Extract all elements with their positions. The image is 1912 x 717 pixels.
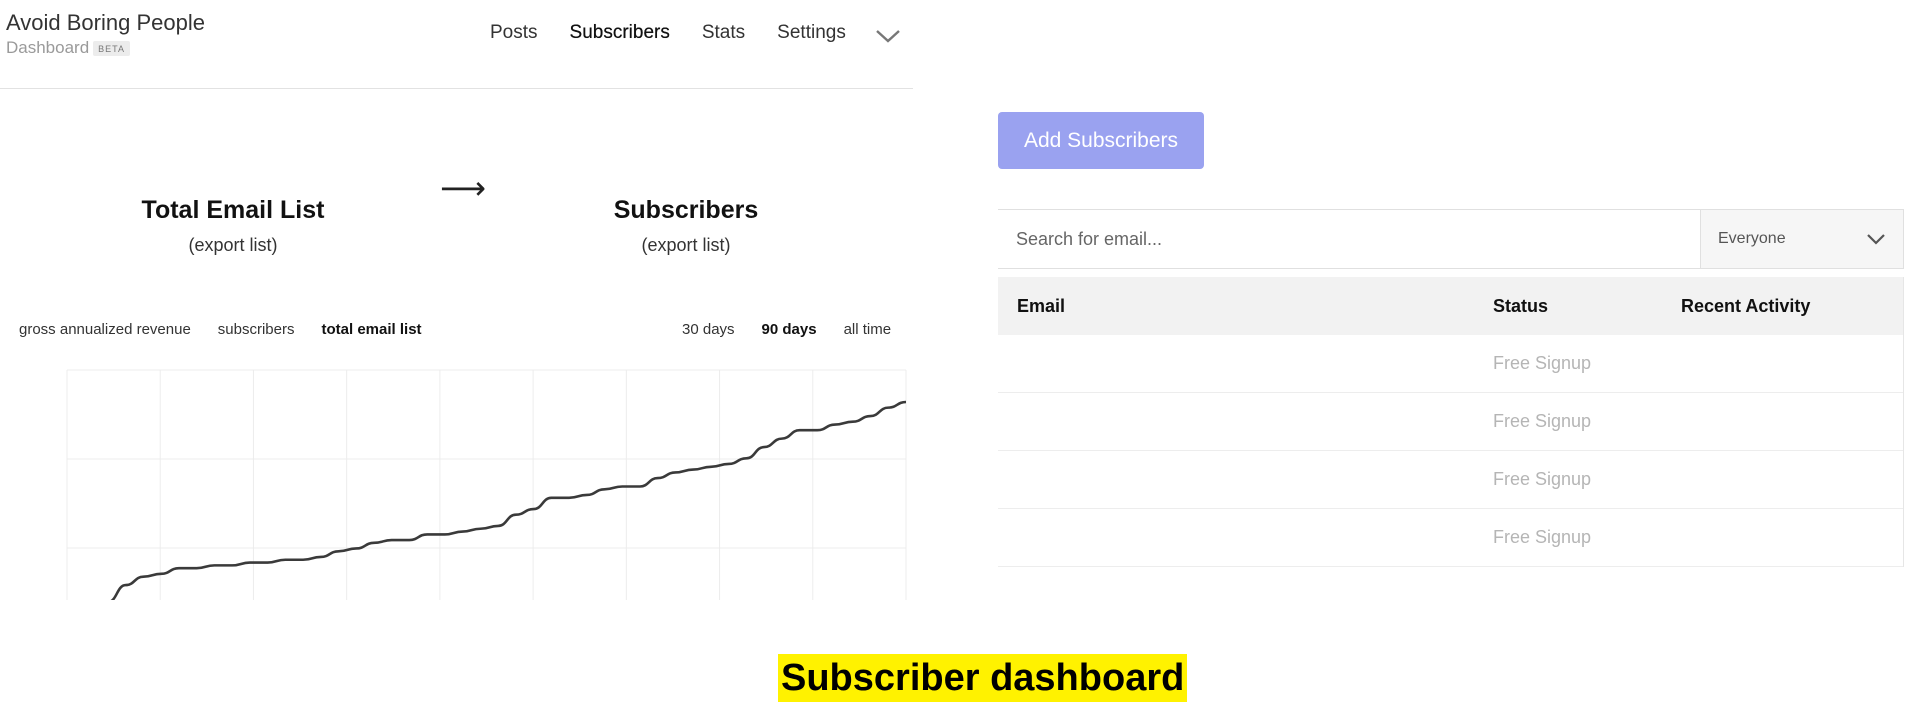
top-header: Avoid Boring People Dashboard BETA Posts… [0, 0, 913, 89]
main-nav: Posts Subscribers Stats Settings [490, 22, 846, 44]
beta-badge: BETA [93, 40, 131, 56]
metric-selector: gross annualized revenue subscribers tot… [19, 321, 422, 338]
nav-item-stats[interactable]: Stats [702, 22, 745, 44]
nav-item-settings[interactable]: Settings [777, 22, 846, 44]
brand[interactable]: Avoid Boring People Dashboard BETA [6, 10, 205, 58]
total-email-list-stat: Total Email List (export list) [113, 196, 353, 256]
audience-filter-value: Everyone [1718, 230, 1786, 247]
nav-item-posts[interactable]: Posts [490, 22, 538, 44]
range-30-days[interactable]: 30 days [682, 321, 735, 338]
metric-gross-annualized-revenue[interactable]: gross annualized revenue [19, 321, 191, 338]
table-row[interactable]: Free Signup [998, 509, 1903, 567]
total-email-list-title: Total Email List [141, 196, 325, 224]
range-selector: 30 days 90 days all time [682, 321, 891, 338]
chart-series-line [110, 400, 907, 600]
range-all-time[interactable]: all time [844, 321, 892, 338]
dashboard-panel: Avoid Boring People Dashboard BETA Posts… [0, 0, 913, 600]
metric-subscribers[interactable]: subscribers [218, 321, 295, 338]
nav-item-subscribers[interactable]: Subscribers [570, 22, 670, 44]
page: Avoid Boring People Dashboard BETA Posts… [0, 0, 1912, 717]
table-row[interactable]: Free Signup [998, 393, 1903, 451]
range-90-days[interactable]: 90 days [762, 321, 817, 338]
column-header-email[interactable]: Email [998, 296, 1493, 317]
export-subscribers-link[interactable]: (export list) [576, 235, 796, 256]
brand-subtitle: Dashboard BETA [6, 38, 205, 58]
table-row[interactable]: Free Signup [998, 335, 1903, 393]
chevron-down-icon[interactable] [874, 26, 902, 46]
add-subscribers-button[interactable]: Add Subscribers [998, 112, 1204, 169]
long-arrow-right-icon: ⟶ [440, 170, 486, 206]
table-row[interactable]: Free Signup [998, 451, 1903, 509]
column-header-status[interactable]: Status [1493, 296, 1681, 317]
subscribers-stat: Subscribers (export list) [576, 196, 796, 256]
export-total-email-list-link[interactable]: (export list) [113, 235, 353, 256]
metric-total-email-list[interactable]: total email list [322, 321, 422, 338]
cell-status: Free Signup [1493, 469, 1592, 489]
subscribers-title: Subscribers [613, 196, 759, 224]
column-header-recent-activity[interactable]: Recent Activity [1681, 296, 1903, 317]
subscribers-table: Email Status Recent Activity Free Signup… [998, 277, 1904, 567]
publication-title[interactable]: Avoid Boring People [6, 10, 205, 36]
audience-filter-select[interactable]: Everyone [1700, 210, 1903, 268]
figure-caption: Subscriber dashboard [778, 654, 1188, 702]
total-email-list-chart [66, 369, 907, 600]
search-bar: Everyone [998, 209, 1904, 269]
chevron-down-icon [1867, 234, 1885, 245]
table-header: Email Status Recent Activity [998, 277, 1903, 335]
cell-status: Free Signup [1493, 527, 1592, 547]
cell-status: Free Signup [1493, 353, 1592, 373]
search-input[interactable] [998, 210, 1700, 268]
dashboard-label: Dashboard [6, 38, 90, 57]
cell-status: Free Signup [1493, 411, 1592, 431]
